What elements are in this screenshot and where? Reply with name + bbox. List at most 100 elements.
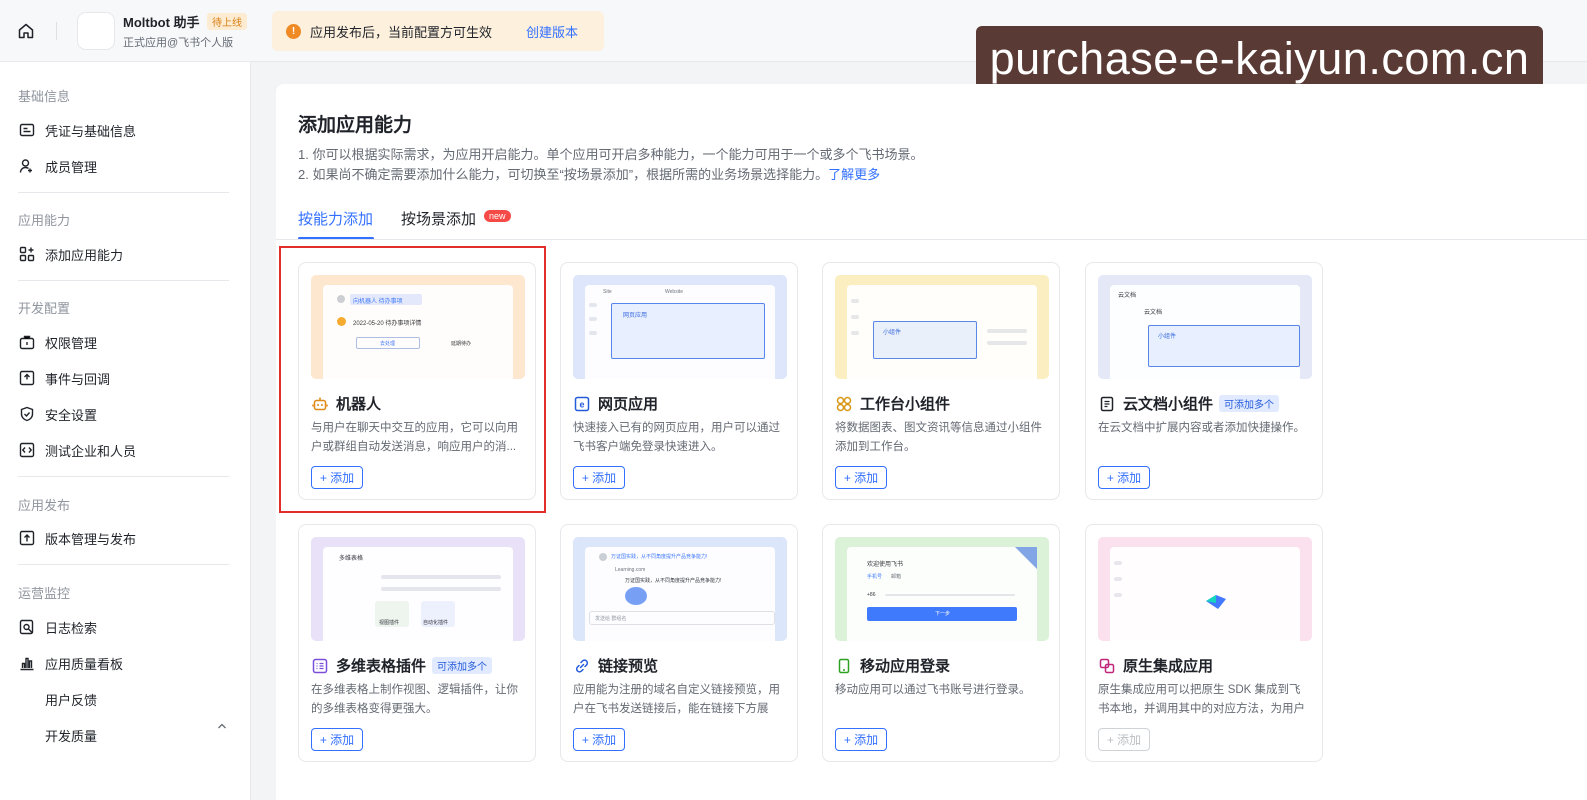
add-mobile-login-button[interactable]: + 添加 — [835, 728, 887, 751]
phone-input-line — [885, 594, 1015, 596]
thumb-text: 发送给 群组名 — [595, 616, 627, 622]
add-bitable-plugin-button[interactable]: + 添加 — [311, 728, 363, 751]
card-description: 快速接入已有的网页应用，用户可以通过飞书客户端免登录快速进入。 — [573, 422, 780, 453]
log-search-icon — [18, 618, 36, 636]
sidebar-item-label: 开发质量 — [45, 728, 98, 744]
thumb-text: 自动化插件 — [423, 620, 449, 626]
thumbnail-window: 小组件 — [847, 285, 1037, 379]
new-badge: new — [484, 210, 511, 222]
learn-more-link[interactable]: 了解更多 — [828, 167, 880, 182]
card-title-text: 网页应用 — [598, 396, 659, 413]
description-line-1: 1. 你可以根据实际需求，为应用开启能力。单个应用可开启多种能力，一个能力可用于… — [298, 147, 924, 162]
capability-card-link-preview[interactable]: 万证国实践，从不同角度提升产品竞争能力! Learning.com 万证国实践，… — [560, 524, 798, 762]
multi-add-badge: 可添加多个 — [1219, 395, 1280, 412]
add-native-integration-button: + 添加 — [1098, 728, 1150, 751]
qr-corner-icon — [1015, 547, 1037, 569]
capability-card-bitable-plugin[interactable]: 多维表格 视图插件 自动化插件 多维表格插件 可添加多个 在多维表格上制作视图、… — [298, 524, 536, 762]
sidebar-item-label: 添加应用能力 — [45, 247, 124, 263]
card-description: 移动应用可以通过飞书账号进行登录。 — [835, 684, 1031, 696]
card-thumbnail: Site Website 网页应用 — [573, 275, 787, 379]
thumb-sidebar — [589, 317, 597, 321]
thumb-text: 云文档 — [1118, 293, 1137, 299]
thumb-text: 手机号 — [867, 574, 883, 580]
capability-card-mobile-login[interactable]: 欢迎使用飞书 手机号 邮箱 +86 下一步 移动应用登录 移动应用可以通过飞书账… — [822, 524, 1060, 762]
sidebar-item-security[interactable]: 安全设置 — [18, 403, 97, 425]
card-title-text: 多维表格插件 — [336, 658, 427, 675]
app-avatar — [77, 12, 115, 50]
card-title: e 网页应用 — [573, 393, 658, 414]
thumb-text: Website — [665, 289, 683, 295]
create-version-link[interactable]: 创建版本 — [526, 22, 578, 41]
add-web-app-button[interactable]: + 添加 — [573, 466, 625, 489]
thumb-sidebar — [1114, 577, 1122, 581]
card-thumbnail: 万证国实践，从不同角度提升产品竞争能力! Learning.com 万证国实践，… — [573, 537, 787, 641]
page-title: 添加应用能力 — [298, 115, 413, 136]
card-title-text: 工作台小组件 — [860, 396, 951, 413]
tab-by-capability[interactable]: 按能力添加 — [298, 208, 373, 229]
add-doc-widget-button[interactable]: + 添加 — [1098, 466, 1150, 489]
add-workbench-widget-button[interactable]: + 添加 — [835, 466, 887, 489]
sidebar-item-label: 事件与回调 — [45, 371, 111, 387]
card-description: 在云文档中扩展内容或者添加快捷操作。 — [1098, 422, 1305, 434]
sidebar-item-label: 用户反馈 — [45, 692, 98, 708]
capability-card-native-integration[interactable]: 原生集成应用 原生集成应用可以把原生 SDK 集成到飞书本地，并调用其中的对应方… — [1085, 524, 1323, 762]
card-description: 将数据图表、图文资讯等信息通过小组件添加到工作台。 — [835, 422, 1042, 453]
thumb-text: +86 — [867, 592, 876, 598]
sidebar-item-versions[interactable]: 版本管理与发布 — [18, 527, 136, 549]
thumbnail-window: 万证国实践，从不同角度提升产品竞争能力! Learning.com 万证国实践，… — [585, 547, 775, 641]
tab-by-scenario[interactable]: 按场景添加 — [401, 208, 476, 229]
section-title-dev: 开发配置 — [18, 301, 71, 316]
sidebar-item-add-capability[interactable]: 添加应用能力 — [18, 243, 123, 265]
card-thumbnail: 欢迎使用飞书 手机号 邮箱 +86 下一步 — [835, 537, 1049, 641]
thumb-sidebar — [851, 299, 859, 303]
thumb-text: 视图插件 — [379, 620, 400, 626]
sidebar-item-label: 安全设置 — [45, 407, 98, 423]
thumb-text: 小组件 — [883, 330, 902, 336]
shield-icon — [18, 405, 36, 423]
sidebar-item-test-tenant[interactable]: 测试企业和人员 — [18, 439, 136, 461]
sidebar-item-label: 成员管理 — [45, 159, 98, 175]
sidebar-item-label: 版本管理与发布 — [45, 531, 137, 547]
add-link-preview-button[interactable]: + 添加 — [573, 728, 625, 751]
thumb-text: 多维表格 — [339, 556, 364, 562]
section-title-release: 应用发布 — [18, 498, 71, 513]
capability-card-doc-widget[interactable]: 云文档 云文档 小组件 云文档小组件 可添加多个 在云文档中扩展内容或者添加快捷… — [1085, 262, 1323, 500]
sidebar-item-events[interactable]: 事件与回调 — [18, 367, 110, 389]
chevron-up-icon[interactable] — [216, 720, 228, 732]
thumb-text: 欢迎使用飞书 — [867, 562, 904, 568]
upload-icon — [18, 529, 36, 547]
widget-icon — [835, 395, 853, 413]
multi-add-badge: 可添加多个 — [432, 657, 493, 674]
thumb-text: 万证国实践，从不同角度提升产品竞争能力! — [625, 578, 722, 584]
card-title-text: 云文档小组件 — [1123, 396, 1214, 413]
card-thumbnail: 多维表格 视图插件 自动化插件 — [311, 537, 525, 641]
mobile-phone-icon — [835, 657, 853, 675]
description-line-2: 2. 如果尚不确定需要添加什么能力，可切换至“按场景添加”，根据所需的业务场景选… — [298, 164, 880, 183]
thumb-sidebar — [589, 331, 597, 335]
app-name: Moltbot 助手 — [123, 15, 200, 30]
highlight-box — [279, 246, 546, 513]
sidebar-item-logs[interactable]: 日志检索 — [18, 616, 97, 638]
home-icon[interactable] — [14, 19, 38, 43]
thumb-line — [987, 341, 1027, 345]
card-description: 应用能为注册的域名自定义链接预览，用户在飞书发送链接后，能在链接下方展示... — [573, 684, 780, 715]
thumb-text: 小组件 — [1158, 334, 1177, 340]
thumb-sidebar — [851, 331, 859, 335]
sidebar-item-quality-board[interactable]: 应用质量看板 — [18, 652, 123, 674]
thumb-sidebar — [1114, 561, 1122, 565]
thumb-text: Learning.com — [615, 567, 646, 573]
sidebar-divider — [18, 476, 229, 477]
section-title-ops: 运营监控 — [18, 586, 71, 601]
card-title-text: 移动应用登录 — [860, 658, 951, 675]
sidebar-item-members[interactable]: 成员管理 — [18, 155, 97, 177]
capability-card-web-app[interactable]: Site Website 网页应用 e 网页应用 快速接入已有的网页应用，用户可… — [560, 262, 798, 500]
capability-card-workbench-widget[interactable]: 小组件 工作台小组件 将数据图表、图文资讯等信息通过小组件添加到工作台。 + 添… — [822, 262, 1060, 500]
thumb-line — [987, 329, 1027, 333]
thumb-line — [381, 587, 501, 591]
sidebar-item-dev-quality[interactable]: 开发质量 — [45, 724, 97, 746]
sidebar-item-permissions[interactable]: 权限管理 — [18, 331, 97, 353]
sidebar-item-credentials[interactable]: 凭证与基础信息 — [18, 119, 136, 141]
sidebar-item-user-feedback[interactable]: 用户反馈 — [45, 688, 97, 710]
apps-add-icon — [18, 245, 36, 263]
warning-icon: ! — [286, 23, 301, 39]
